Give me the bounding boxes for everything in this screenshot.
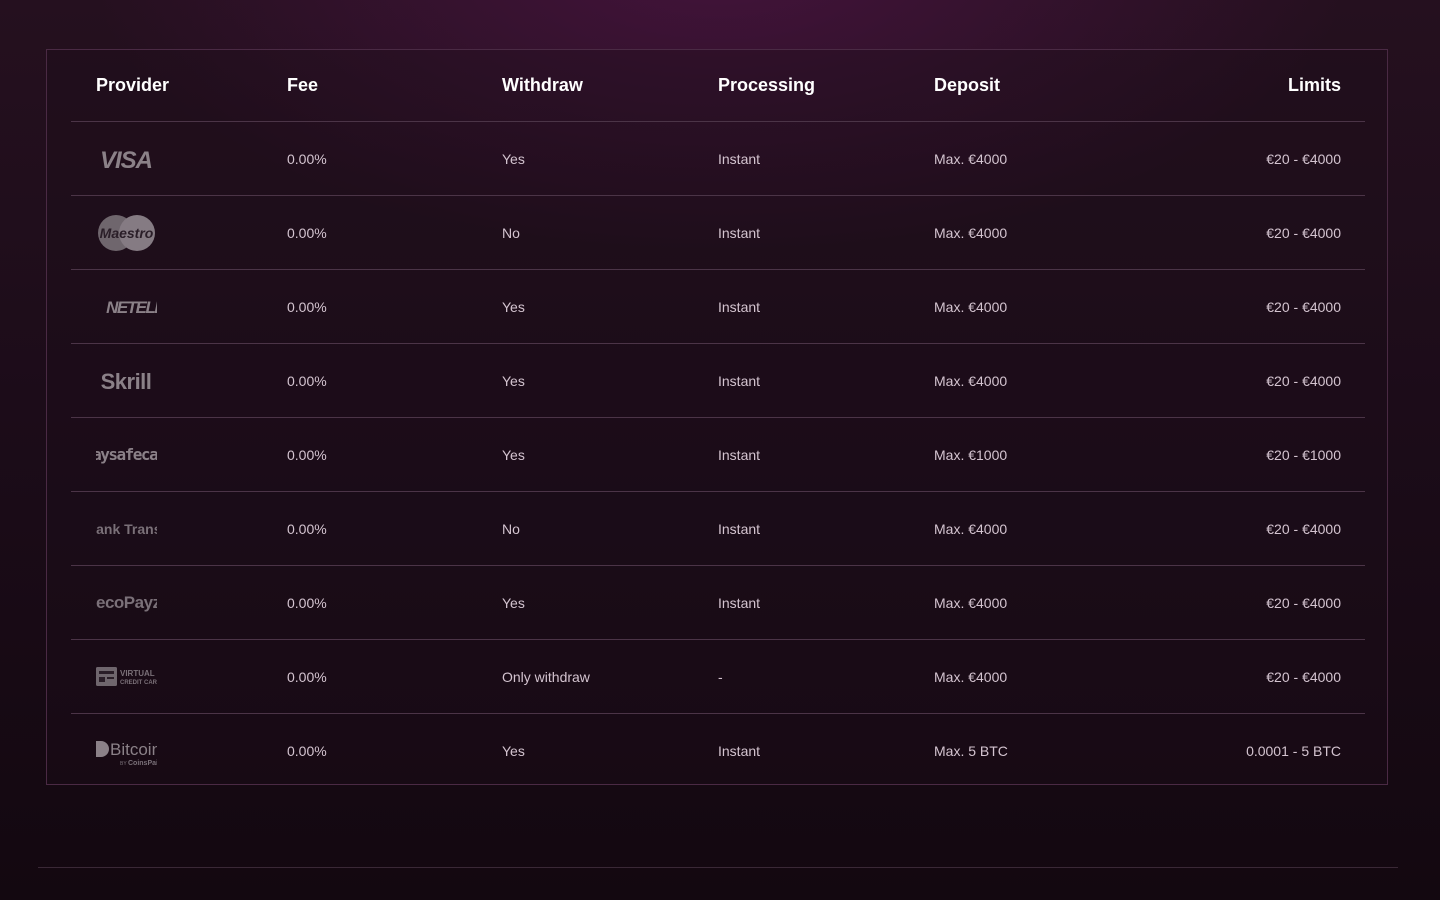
processing-cell: Instant <box>718 520 761 537</box>
deposit-cell: Max. €4000 <box>934 372 1008 389</box>
processing-cell: Instant <box>718 150 761 167</box>
limits-cell: 0.0001 - 5 BTC <box>1246 743 1341 759</box>
svg-text:NETELLER: NETELLER <box>106 298 157 317</box>
provider-cell: VIRTUAL CREDIT CARD <box>96 640 196 713</box>
provider-cell: VISA <box>96 122 196 195</box>
payment-table-body: Provider Fee Withdraw Processing Deposit… <box>71 50 1365 788</box>
deposit-cell: Max. €4000 <box>934 150 1008 167</box>
fee-cell: 0.00% <box>287 743 327 759</box>
fee-cell: 0.00% <box>287 446 327 463</box>
deposit-cell: Max. €4000 <box>934 520 1008 537</box>
withdraw-cell: Only withdraw <box>502 668 590 685</box>
table-row: VISA 0.00% Yes Instant Max. €4000 €20 - … <box>71 122 1365 196</box>
processing-cell: - <box>718 668 723 685</box>
table-header-row: Provider Fee Withdraw Processing Deposit… <box>71 50 1365 122</box>
svg-text:BY: BY <box>120 761 127 767</box>
limits-cell: €20 - €4000 <box>1266 150 1341 167</box>
provider-cell: Skrill <box>96 344 196 417</box>
table-row: paysafecard 0.00% Yes Instant Max. €1000… <box>71 418 1365 492</box>
withdraw-cell: No <box>502 224 520 241</box>
withdraw-cell: Yes <box>502 372 525 389</box>
processing-cell: Instant <box>718 594 761 611</box>
limits-cell: €20 - €4000 <box>1266 668 1341 685</box>
bitcoin-coinspaid-logo: Bitcoin BY CoinsPaid <box>96 731 157 771</box>
processing-cell: Instant <box>718 743 761 759</box>
limits-cell: €20 - €4000 <box>1266 594 1341 611</box>
deposit-cell: Max. €4000 <box>934 668 1008 685</box>
neteller-logo: NETELLER <box>96 287 157 327</box>
fee-cell: 0.00% <box>287 150 327 167</box>
provider-cell: Bank Transfer <box>96 492 196 565</box>
deposit-cell: Max. €4000 <box>934 594 1008 611</box>
limits-cell: €20 - €4000 <box>1266 372 1341 389</box>
withdraw-cell: Yes <box>502 298 525 315</box>
svg-text:CoinsPaid: CoinsPaid <box>128 760 157 767</box>
limits-cell: €20 - €4000 <box>1266 298 1341 315</box>
table-row: Maestro 0.00% No Instant Max. €4000 €20 … <box>71 196 1365 270</box>
provider-cell: Maestro <box>96 196 196 269</box>
header-fee: Fee <box>287 75 319 95</box>
processing-cell: Instant <box>718 224 761 241</box>
svg-text:Maestro: Maestro <box>100 225 154 241</box>
provider-cell: paysafecard <box>96 418 196 491</box>
table-row: Skrill 0.00% Yes Instant Max. €4000 €20 … <box>71 344 1365 418</box>
fee-cell: 0.00% <box>287 298 327 315</box>
provider-cell: Bitcoin BY CoinsPaid <box>96 714 196 788</box>
header-limits: Limits <box>1287 75 1341 95</box>
header-provider: Provider <box>96 75 170 95</box>
svg-text:VIRTUAL: VIRTUAL <box>120 669 155 678</box>
paysafecard-logo: paysafecard <box>96 435 157 475</box>
bank-transfer-logo: Bank Transfer <box>96 509 157 549</box>
withdraw-cell: Yes <box>502 594 525 611</box>
visa-logo: VISA <box>96 139 157 179</box>
svg-text:ecoPayz: ecoPayz <box>96 593 157 612</box>
withdraw-cell: Yes <box>502 446 525 463</box>
provider-cell: ecoPayz <box>96 566 196 639</box>
table-row: Bitcoin BY CoinsPaid 0.00% Yes Instant M… <box>71 714 1365 788</box>
footer-divider <box>38 867 1398 868</box>
processing-cell: Instant <box>718 446 761 463</box>
maestro-logo: Maestro <box>96 213 157 253</box>
provider-cell: NETELLER <box>96 270 196 343</box>
fee-cell: 0.00% <box>287 224 327 241</box>
table-row: VIRTUAL CREDIT CARD 0.00% Only withdraw … <box>71 640 1365 714</box>
svg-text:CREDIT CARD: CREDIT CARD <box>120 680 157 686</box>
deposit-cell: Max. 5 BTC <box>934 743 1008 759</box>
svg-text:Bitcoin: Bitcoin <box>110 740 157 759</box>
skrill-logo: Skrill <box>96 361 157 401</box>
header-withdraw: Withdraw <box>502 75 583 95</box>
processing-cell: Instant <box>718 372 761 389</box>
withdraw-cell: Yes <box>502 150 525 167</box>
limits-cell: €20 - €4000 <box>1266 224 1341 241</box>
ecopayz-logo: ecoPayz <box>96 583 157 623</box>
table-row: Bank Transfer 0.00% No Instant Max. €400… <box>71 492 1365 566</box>
processing-cell: Instant <box>718 298 761 315</box>
svg-text:VISA: VISA <box>100 147 152 174</box>
limits-cell: €20 - €4000 <box>1266 520 1341 537</box>
withdraw-cell: No <box>502 520 520 537</box>
svg-text:paysafecard: paysafecard <box>96 445 157 464</box>
table-row: NETELLER 0.00% Yes Instant Max. €4000 €2… <box>71 270 1365 344</box>
payment-methods-table: Provider Fee Withdraw Processing Deposit… <box>46 49 1388 785</box>
svg-text:Skrill: Skrill <box>101 369 152 394</box>
virtual-credit-card-logo: VIRTUAL CREDIT CARD <box>96 657 157 697</box>
table-row: ecoPayz 0.00% Yes Instant Max. €4000 €20… <box>71 566 1365 640</box>
svg-text:Bank Transfer: Bank Transfer <box>96 521 157 537</box>
fee-cell: 0.00% <box>287 668 327 685</box>
header-processing: Processing <box>718 75 816 95</box>
fee-cell: 0.00% <box>287 520 327 537</box>
deposit-cell: Max. €4000 <box>934 224 1008 241</box>
deposit-cell: Max. €1000 <box>934 446 1008 463</box>
limits-cell: €20 - €1000 <box>1266 446 1341 463</box>
withdraw-cell: Yes <box>502 743 525 759</box>
fee-cell: 0.00% <box>287 594 327 611</box>
deposit-cell: Max. €4000 <box>934 298 1008 315</box>
fee-cell: 0.00% <box>287 372 327 389</box>
header-deposit: Deposit <box>934 75 1001 95</box>
